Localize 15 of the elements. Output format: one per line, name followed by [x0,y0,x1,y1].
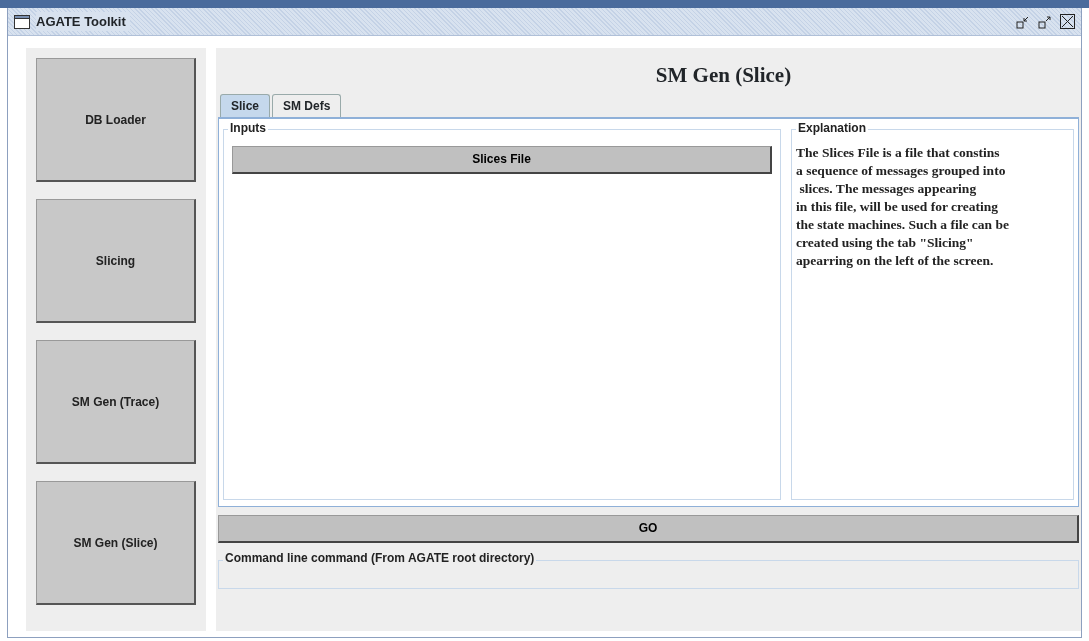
sidebar-button[interactable]: SM Gen (Trace) [36,340,196,464]
go-button[interactable]: GO [218,514,1079,543]
window-icon [14,14,30,29]
tab[interactable]: SM Defs [272,93,342,117]
sidebar-button[interactable]: Slicing [36,199,196,323]
close-icon[interactable] [1060,14,1075,29]
panel-title: SM Gen (Slice) [654,62,793,89]
window-title: AGATE Toolkit [36,11,130,32]
maximize-icon[interactable] [1038,14,1052,29]
explanation-text: The Slices File is a file that constins a sequence of messages grouped into slices. The messages appearing in this file, will be used for creating the state machines. Such a file can be created using the tab "Slicing" apearring on the left of the screen. [796,143,1010,270]
slices-file-button[interactable]: Slices File [232,145,772,174]
tab[interactable]: Slice [220,93,271,117]
minimize-icon[interactable] [1016,14,1030,29]
sidebar-button[interactable]: DB Loader [36,58,196,182]
sidebar-button[interactable]: SM Gen (Slice) [36,481,196,605]
